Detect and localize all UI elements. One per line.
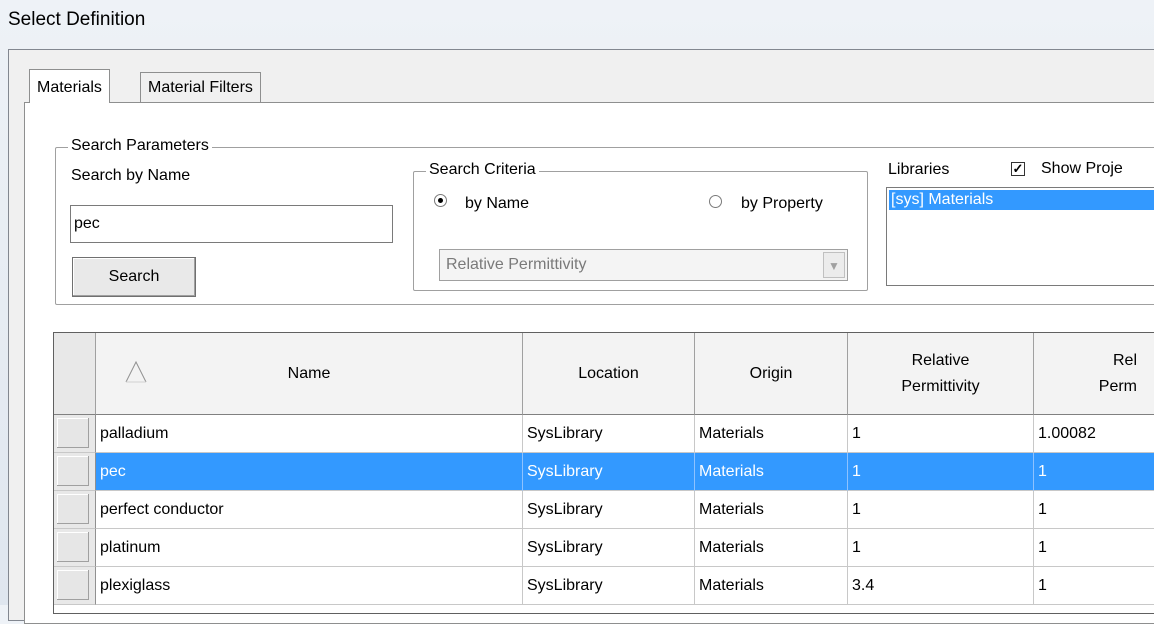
- row-header-button[interactable]: [57, 532, 89, 562]
- tab-materials[interactable]: Materials: [29, 69, 110, 103]
- sort-ascending-icon: [125, 360, 147, 383]
- by-name-label: by Name: [465, 195, 530, 212]
- column-header-relative-permittivity-label: Relative Permittivity: [901, 351, 980, 395]
- property-select-value: Relative Permittivity: [446, 256, 587, 273]
- column-header-location-label: Location: [578, 364, 639, 382]
- column-header-location[interactable]: Location: [523, 333, 695, 415]
- row-header-button[interactable]: [57, 570, 89, 600]
- cell-origin[interactable]: Materials: [695, 567, 848, 605]
- cell-origin[interactable]: Materials: [695, 415, 848, 453]
- column-header-name-label: Name: [287, 364, 331, 382]
- search-by-name-label: Search by Name: [71, 167, 191, 184]
- cell-rel-permeability[interactable]: 1: [1034, 453, 1154, 491]
- materials-table: Name Location Origin Relative Permittivi…: [53, 332, 1154, 614]
- column-header-relative-permittivity[interactable]: Relative Permittivity: [848, 333, 1034, 415]
- row-header[interactable]: [54, 529, 96, 567]
- cell-origin[interactable]: Materials: [695, 453, 848, 491]
- search-parameters-legend: Search Parameters: [68, 137, 212, 155]
- cell-rel-permittivity[interactable]: 1: [848, 415, 1034, 453]
- by-property-radio[interactable]: [709, 195, 722, 208]
- cell-rel-permeability[interactable]: 1: [1034, 567, 1154, 605]
- column-header-relative-permeability[interactable]: Rel Perm: [1034, 333, 1154, 415]
- by-property-label: by Property: [741, 195, 823, 212]
- cell-name[interactable]: pec: [96, 453, 523, 491]
- row-header[interactable]: [54, 415, 96, 453]
- cell-location[interactable]: SysLibrary: [523, 491, 695, 529]
- window-title: Select Definition: [8, 9, 146, 30]
- cell-rel-permittivity[interactable]: 1: [848, 453, 1034, 491]
- search-criteria-legend: Search Criteria: [426, 161, 539, 179]
- row-header[interactable]: [54, 567, 96, 605]
- cell-location[interactable]: SysLibrary: [523, 529, 695, 567]
- chevron-down-icon: ▼: [823, 252, 845, 278]
- table-row[interactable]: platinum SysLibrary Materials 1 1: [54, 529, 1154, 567]
- cell-location[interactable]: SysLibrary: [523, 415, 695, 453]
- cell-origin[interactable]: Materials: [695, 529, 848, 567]
- libraries-listbox[interactable]: [sys] Materials: [886, 187, 1154, 286]
- tab-material-filters[interactable]: Material Filters: [140, 72, 261, 103]
- cell-name[interactable]: palladium: [96, 415, 523, 453]
- search-name-input[interactable]: pec: [70, 205, 393, 243]
- search-button[interactable]: Search: [72, 257, 196, 297]
- library-item[interactable]: [sys] Materials: [889, 190, 1154, 210]
- cell-rel-permittivity[interactable]: 1: [848, 491, 1034, 529]
- column-header-origin[interactable]: Origin: [695, 333, 848, 415]
- cell-location[interactable]: SysLibrary: [523, 567, 695, 605]
- cell-location[interactable]: SysLibrary: [523, 453, 695, 491]
- cell-name[interactable]: platinum: [96, 529, 523, 567]
- property-select: Relative Permittivity ▼: [439, 249, 848, 281]
- column-header-origin-label: Origin: [749, 364, 793, 382]
- table-row[interactable]: pec SysLibrary Materials 1 1: [54, 453, 1154, 491]
- cell-rel-permeability[interactable]: 1: [1034, 529, 1154, 567]
- header-corner: [54, 333, 96, 415]
- cell-rel-permittivity[interactable]: 3.4: [848, 567, 1034, 605]
- cell-origin[interactable]: Materials: [695, 491, 848, 529]
- row-header-button[interactable]: [57, 456, 89, 486]
- show-project-checkbox[interactable]: ✓: [1011, 162, 1025, 176]
- row-header[interactable]: [54, 453, 96, 491]
- by-name-radio[interactable]: [434, 194, 447, 207]
- row-header-button[interactable]: [57, 418, 89, 448]
- cell-name[interactable]: perfect conductor: [96, 491, 523, 529]
- libraries-label: Libraries: [888, 161, 950, 178]
- cell-name[interactable]: plexiglass: [96, 567, 523, 605]
- cell-rel-permeability[interactable]: 1.00082: [1034, 415, 1154, 453]
- row-header-button[interactable]: [57, 494, 89, 524]
- cell-rel-permittivity[interactable]: 1: [848, 529, 1034, 567]
- row-header[interactable]: [54, 491, 96, 529]
- table-row[interactable]: palladium SysLibrary Materials 1 1.00082: [54, 415, 1154, 453]
- table-row[interactable]: perfect conductor SysLibrary Materials 1 1: [54, 491, 1154, 529]
- cell-rel-permeability[interactable]: 1: [1034, 491, 1154, 529]
- column-header-relative-permeability-label: Rel Perm: [1098, 351, 1137, 395]
- show-project-label: Show Proje: [1041, 160, 1123, 177]
- table-row[interactable]: plexiglass SysLibrary Materials 3.4 1: [54, 567, 1154, 605]
- column-header-name[interactable]: Name: [96, 333, 523, 415]
